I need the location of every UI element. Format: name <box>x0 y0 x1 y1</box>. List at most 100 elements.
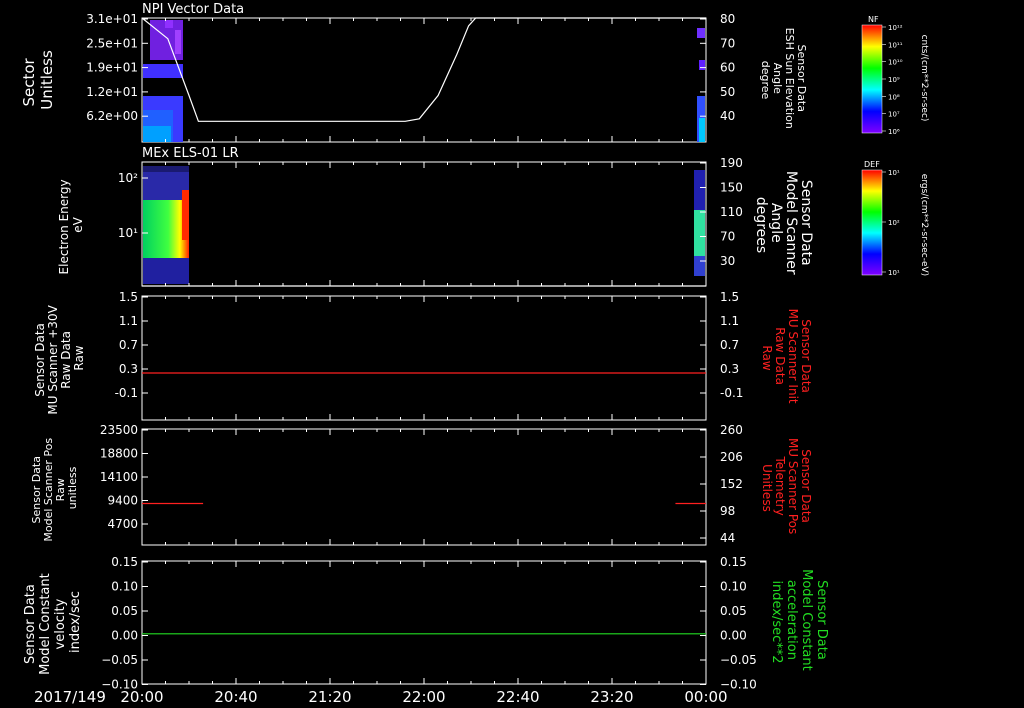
els-spectrogram-block <box>694 256 705 276</box>
npi-spectrogram <box>143 20 705 142</box>
panel-frame-els <box>141 161 707 287</box>
npi-sun-elevation-line <box>141 17 706 122</box>
els-right-label: Sensor Data Model Scanner Angle degrees <box>753 171 814 279</box>
y-tick-label: 0.3 <box>720 362 739 376</box>
colorbar-tick-label: 10¹² <box>888 24 903 32</box>
colorbar-nf-units: cnts/(cm**2-sr-sec) <box>919 35 929 122</box>
colorbar-def-units: ergs/(cm**2-sr-sec-eV) <box>919 174 929 276</box>
y-tick-label: 23500 <box>100 423 138 437</box>
colorbar-nf-bar <box>861 24 883 134</box>
panel-frame-model-constant <box>141 560 707 685</box>
x-tick-label: 21:20 <box>308 688 351 706</box>
mu-init-right-label: Sensor Data MU Scanner Init Raw Data Raw <box>760 309 813 408</box>
y-tick-label: 1.1 <box>119 314 138 328</box>
panel-title-els: MEx ELS-01 LR <box>142 146 239 161</box>
npi-spectrogram-block <box>697 28 705 38</box>
y-tick-label: 0.15 <box>111 555 138 569</box>
y-tick-label: 0.3 <box>119 362 138 376</box>
y-tick-label: 190 <box>720 156 743 170</box>
y-tick-label: 4700 <box>107 517 138 531</box>
npi-spectrogram-block <box>699 60 705 70</box>
y-tick-label: 70 <box>720 36 735 50</box>
panel-scanner-pos: 23500 18800 14100 9400 4700 260 206 152 98 44 Se… <box>30 423 813 546</box>
panel-frame-npi <box>141 17 707 143</box>
y-tick-label: 18800 <box>100 447 138 461</box>
y-tick-label: 6.2e+00 <box>86 109 138 123</box>
y-tick-label: -0.1 <box>115 386 138 400</box>
npi-spectrogram-block <box>699 118 705 142</box>
npi-left-label: Sector Unitless <box>20 50 56 110</box>
y-tick-label: 44 <box>720 531 735 545</box>
colorbar-tick-label: 10⁶ <box>888 128 900 136</box>
y-tick-label: 0.10 <box>111 580 138 594</box>
y-tick-label: 9400 <box>107 494 138 508</box>
x-tick-label: 20:40 <box>214 688 257 706</box>
colorbar-nf-label: NF <box>868 15 879 24</box>
y-tick-label: 60 <box>720 61 735 75</box>
y-tick-label: 2.5e+01 <box>86 36 138 50</box>
panel-mu-init: 1.5 1.1 0.7 0.3 -0.1 1.5 1.1 0.7 0.3 -0.1 Sensor… <box>33 290 813 421</box>
panel-npi: NPI Vector Data 3.1e+01 2.5e+01 1.9e+01 1.2… <box>20 2 808 143</box>
y-tick-label: 40 <box>720 109 735 123</box>
y-tick-label: 98 <box>720 504 735 518</box>
colorbar-def: DEF 10¹ 10² 10¹ ergs/(cm**2-sr-sec-eV) <box>861 160 929 277</box>
els-spectrogram-block <box>694 170 705 210</box>
panel-els: MEx ELS-01 LR 10² 10¹ 190 150 110 70 30 Elect… <box>57 146 814 287</box>
panel-model-constant: 0.150.100.050.00−0.05−0.10 0.150.100.050… <box>23 555 829 692</box>
npi-spectrogram-block <box>143 64 183 78</box>
els-spectrogram-block <box>143 258 189 284</box>
scanner-pos-left-label: Sensor Data Model Scanner Pos Raw unitle… <box>30 434 79 541</box>
panel-frame-mu-init <box>141 295 707 421</box>
y-tick-label: 1.5 <box>720 290 739 304</box>
x-tick-label: 22:40 <box>496 688 539 706</box>
npi-spectrogram-block <box>143 126 171 142</box>
colorbar-def-label: DEF <box>864 160 880 169</box>
y-tick-label: 1.1 <box>720 314 739 328</box>
y-tick-label: 1.5 <box>119 290 138 304</box>
y-tick-label: −0.05 <box>720 653 757 667</box>
colorbar-tick-label: 10⁹ <box>888 76 900 84</box>
plot-canvas: NPI Vector Data 3.1e+01 2.5e+01 1.9e+01 1.2… <box>20 2 929 706</box>
y-tick-label: 0.00 <box>111 629 138 643</box>
scanner-pos-right-label: Sensor Data MU Scanner Pos Telemetry Uni… <box>760 438 813 538</box>
y-tick-label: 10² <box>118 171 138 185</box>
colorbar-def-bar <box>861 169 883 276</box>
y-tick-label: 0.05 <box>720 604 747 618</box>
panel-frame-scanner-pos <box>141 428 707 546</box>
colorbar-tick-label: 10¹ <box>888 169 900 177</box>
panel-title-npi: NPI Vector Data <box>142 2 244 17</box>
colorbar-tick-label: 10¹ <box>888 269 900 277</box>
date-label: 2017/149 <box>34 688 106 706</box>
y-tick-label: 10¹ <box>118 226 138 240</box>
y-tick-label: −0.05 <box>101 653 138 667</box>
colorbar-tick-label: 10⁸ <box>888 93 900 101</box>
y-tick-label: 0.15 <box>720 555 747 569</box>
y-tick-label: 260 <box>720 423 743 437</box>
model-constant-right-label: Sensor Data Model Constant acceleration … <box>769 569 829 675</box>
y-tick-label: 1.9e+01 <box>86 61 138 75</box>
y-tick-label: 70 <box>720 230 735 244</box>
npi-right-label: Sensor Data ESH Sun Elevation Angle degr… <box>759 28 808 133</box>
els-spectrogram-block <box>694 210 705 256</box>
colorbar-tick-label: 10⁷ <box>888 111 900 119</box>
npi-spectrogram-block <box>165 20 173 28</box>
y-tick-label: 152 <box>720 477 743 491</box>
y-tick-label: 206 <box>720 450 743 464</box>
x-tick-label: 23:20 <box>590 688 633 706</box>
els-spectrogram-block <box>182 190 189 240</box>
y-tick-label: 0.00 <box>720 629 747 643</box>
y-tick-label: 50 <box>720 85 735 99</box>
y-tick-label: 80 <box>720 12 735 26</box>
x-tick-label: 20:00 <box>120 688 163 706</box>
els-left-label: Electron Energy eV <box>57 176 85 275</box>
colorbar-nf: NF 10¹² 10¹¹ 10¹⁰ 10⁹ 10⁸ 10⁷ 10⁶ cnts/(cm**2-… <box>861 15 929 136</box>
y-tick-label: 1.2e+01 <box>86 85 138 99</box>
colorbar-tick-label: 10¹¹ <box>888 41 903 49</box>
y-tick-label: 0.7 <box>720 338 739 352</box>
x-tick-label: 22:00 <box>402 688 445 706</box>
npi-spectrogram-block <box>175 30 181 54</box>
model-constant-left-label: Sensor Data Model Constant velocity inde… <box>23 569 83 675</box>
y-tick-label: 0.7 <box>119 338 138 352</box>
y-tick-label: -0.1 <box>720 386 743 400</box>
colorbar-tick-label: 10² <box>888 219 900 227</box>
